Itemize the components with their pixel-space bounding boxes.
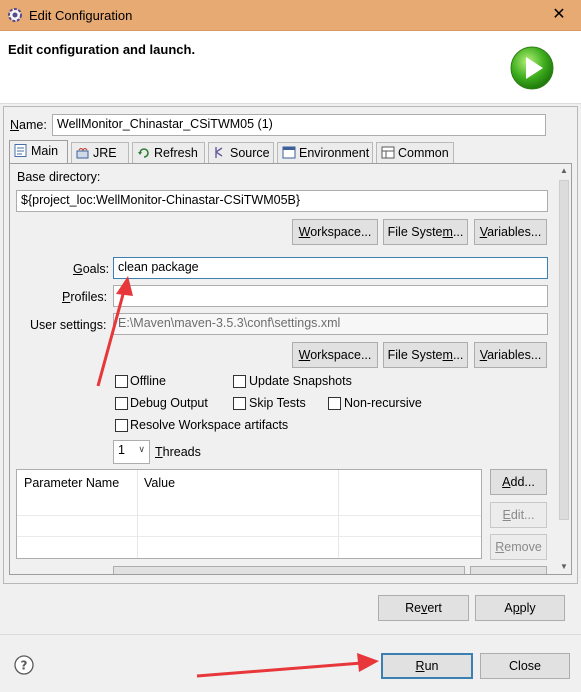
- run-arrow-head: [357, 653, 379, 672]
- run-arrow-shaft: [196, 661, 363, 678]
- goals-arrow-head: [116, 276, 133, 296]
- goals-arrow-shaft: [96, 286, 127, 387]
- annotation-arrows: [96, 276, 379, 678]
